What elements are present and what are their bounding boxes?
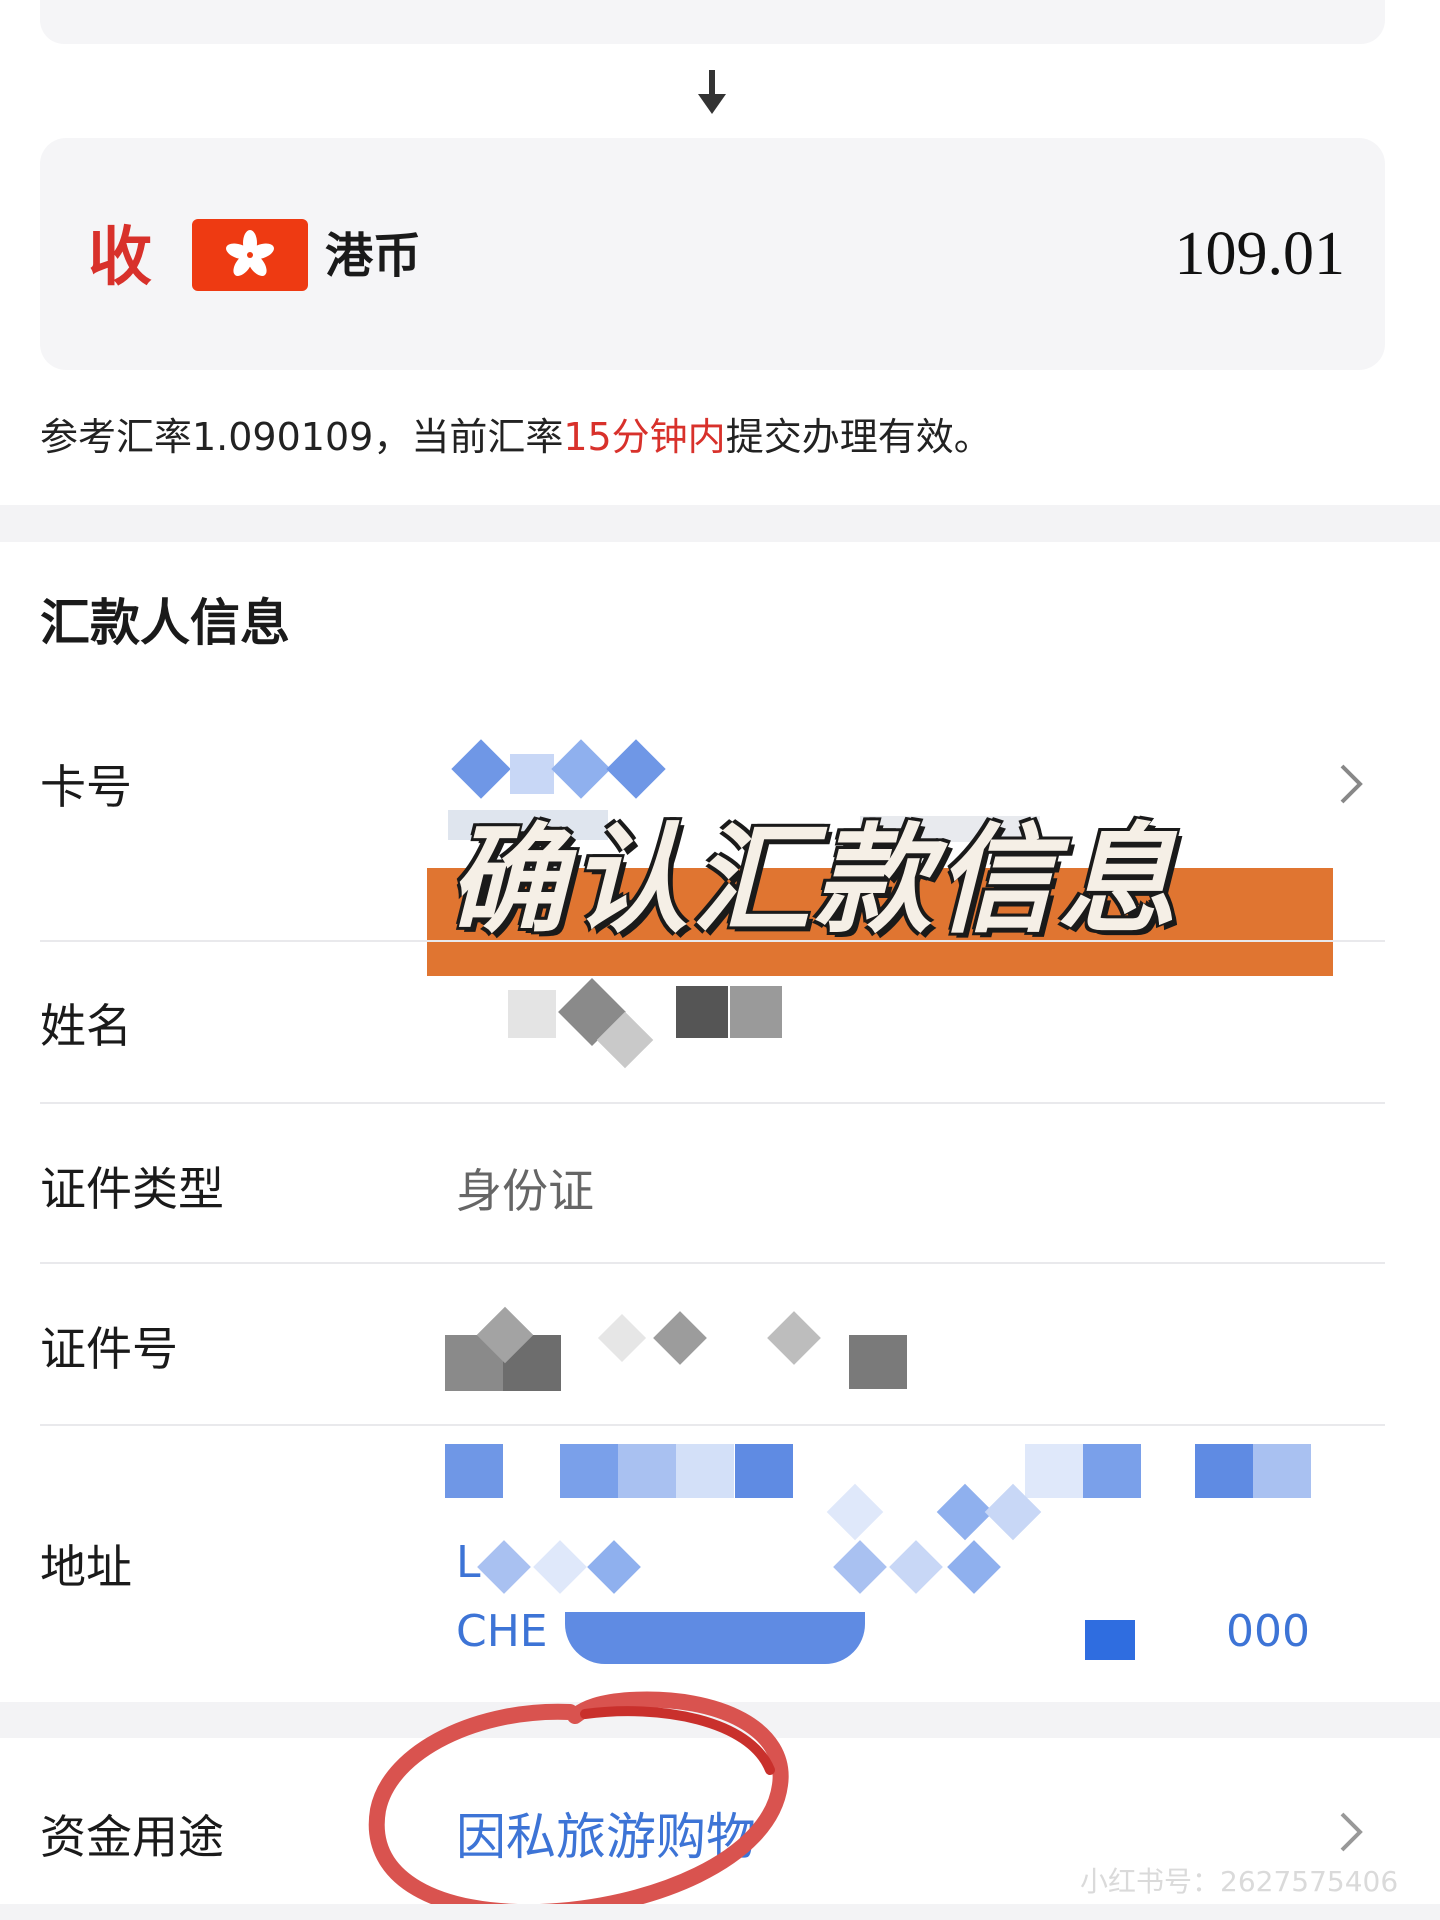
arrow-down-icon [698, 70, 726, 114]
id-type-value[interactable]: 身份证 [456, 1162, 594, 1220]
fund-purpose-label: 资金用途 [40, 1810, 224, 1864]
card-number-label: 卡号 [40, 760, 132, 814]
divider [40, 940, 1385, 942]
watermark-text: 小红书号：2627575406 [1080, 1865, 1399, 1898]
rate-note-highlight: 15分钟内 [563, 415, 726, 459]
bottom-separator [0, 1904, 1440, 1920]
address-label: 地址 [40, 1540, 132, 1594]
section-title: 汇款人信息 [40, 594, 290, 652]
chevron-right-icon[interactable] [1336, 1808, 1366, 1856]
banner-title: 确认汇款信息 [448, 810, 1181, 949]
name-field [500, 978, 820, 1090]
name-label: 姓名 [40, 999, 132, 1053]
id-type-label: 证件类型 [40, 1162, 224, 1216]
hk-flag-icon [192, 219, 308, 291]
receive-amount: 109.01 [1174, 220, 1346, 288]
exchange-rate-note: 参考汇率1.090109，当前汇率15分钟内提交办理有效。 [40, 412, 992, 462]
section-separator [0, 505, 1440, 542]
receive-label: 收 [88, 221, 152, 295]
rate-note-prefix: 参考汇率1.090109，当前汇率 [40, 415, 564, 459]
divider [40, 1424, 1385, 1426]
currency-name: 港币 [325, 228, 422, 284]
divider [40, 1102, 1385, 1104]
chevron-right-icon[interactable] [1336, 760, 1366, 808]
id-number-label: 证件号 [40, 1322, 178, 1376]
rate-note-suffix: 提交办理有效。 [725, 415, 992, 459]
address-field [445, 1440, 1325, 1670]
id-number-field [445, 1305, 965, 1405]
divider [40, 1262, 1385, 1264]
red-circle-annotation [368, 1691, 789, 1920]
pay-card [40, 0, 1385, 44]
